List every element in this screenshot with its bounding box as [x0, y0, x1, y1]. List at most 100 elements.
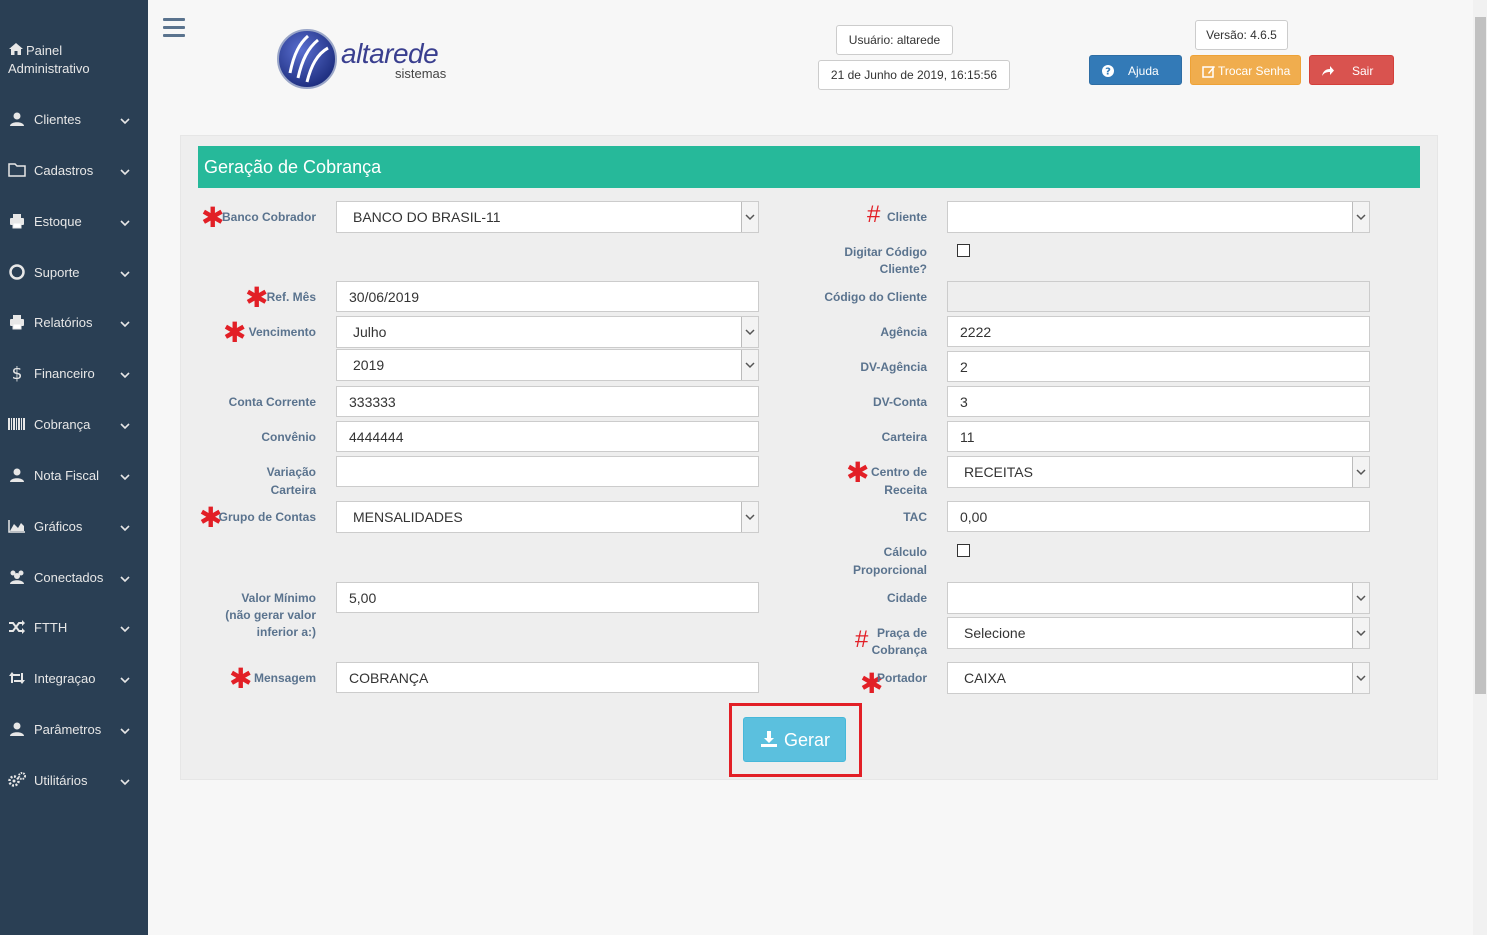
- logout-button[interactable]: Sair: [1309, 55, 1394, 85]
- home-icon: [8, 42, 26, 60]
- chevron-down-icon: [120, 775, 130, 786]
- svg-text:?: ?: [1105, 67, 1111, 78]
- chevron-down-icon: [1352, 457, 1369, 487]
- vencimento-ano-select[interactable]: 2019: [336, 349, 759, 381]
- sidebar-item-parametros[interactable]: Parâmetros: [0, 709, 148, 749]
- chevron-down-icon: [1352, 618, 1369, 648]
- variacao-carteira-input[interactable]: [336, 456, 759, 487]
- banco-cobrador-value: BANCO DO BRASIL-11: [353, 209, 501, 225]
- praca-cobranca-select[interactable]: Selecione: [947, 617, 1370, 649]
- sidebar-item-label: Conectados: [34, 569, 104, 585]
- ref-mes-input[interactable]: 30/06/2019: [336, 281, 759, 312]
- chevron-down-icon: [741, 502, 758, 532]
- mensagem-input[interactable]: COBRANÇA: [336, 662, 759, 693]
- user-icon: [8, 110, 26, 128]
- barcode-icon: [8, 415, 26, 433]
- user-icon: [8, 720, 26, 738]
- banco-cobrador-select[interactable]: BANCO DO BRASIL-11: [336, 201, 759, 233]
- mensagem-label: Mensagem: [253, 671, 316, 685]
- sidebar-item-utilitarios[interactable]: Utilitários: [0, 760, 148, 800]
- sidebar-item-suporte[interactable]: Suporte: [0, 252, 148, 292]
- print-icon: [8, 313, 26, 331]
- random-icon: [8, 618, 26, 636]
- praca-cobranca-value: Selecione: [964, 625, 1026, 641]
- chevron-down-icon: [120, 317, 130, 328]
- change-password-button[interactable]: Trocar Senha: [1190, 55, 1301, 85]
- ref-mes-label: Ref. Mês: [266, 290, 316, 304]
- cogs-icon: [8, 771, 26, 789]
- digitar-codigo-checkbox[interactable]: [957, 244, 970, 257]
- cliente-select[interactable]: [947, 201, 1370, 233]
- praca-cobranca-label: Praça de Cobrança: [871, 626, 927, 657]
- calculo-proporcional-checkbox[interactable]: [957, 544, 970, 557]
- sidebar-item-label: FTTH: [34, 619, 68, 635]
- calculo-proporcional-label: Cálculo Proporcional: [852, 545, 927, 577]
- vencimento-mes-select[interactable]: Julho: [336, 316, 759, 348]
- logout-label: Sair: [1352, 64, 1374, 78]
- grupo-contas-select[interactable]: MENSALIDADES: [336, 501, 759, 533]
- logo-subtext: sistemas: [395, 66, 447, 81]
- portador-label: Portador: [876, 671, 927, 685]
- chevron-down-icon: [1352, 202, 1369, 232]
- sidebar-item-financeiro[interactable]: $ Financeiro: [0, 353, 148, 393]
- centro-receita-label: Centro de Receita: [870, 465, 927, 497]
- scrollbar-thumb[interactable]: [1475, 17, 1486, 694]
- datetime-badge: 21 de Junho de 2019, 16:15:56: [818, 60, 1010, 90]
- chevron-down-icon: [120, 165, 130, 176]
- download-icon: [761, 731, 777, 747]
- grupo-contas-value: MENSALIDADES: [353, 509, 463, 525]
- sidebar-item-label: Utilitários: [34, 772, 88, 788]
- chevron-down-icon: [120, 470, 130, 481]
- user-icon: [8, 466, 26, 484]
- dv-conta-label: DV-Conta: [873, 395, 927, 409]
- svg-text:$: $: [12, 364, 23, 382]
- dv-conta-input[interactable]: 3: [947, 386, 1370, 417]
- valor-minimo-input[interactable]: 5,00: [336, 582, 759, 613]
- centro-receita-value: RECEITAS: [964, 464, 1033, 480]
- centro-receita-select[interactable]: RECEITAS: [947, 456, 1370, 488]
- convenio-label: Convênio: [261, 430, 316, 444]
- chevron-down-icon: [120, 216, 130, 227]
- retweet-icon: [8, 669, 26, 687]
- menu-toggle-icon[interactable]: [163, 18, 185, 38]
- cidade-label: Cidade: [886, 591, 927, 605]
- chevron-down-icon: [120, 673, 130, 684]
- chevron-down-icon: [741, 202, 758, 232]
- chevron-down-icon: [120, 114, 130, 125]
- sidebar-item-estoque[interactable]: Estoque: [0, 201, 148, 241]
- sidebar-item-cadastros[interactable]: Cadastros: [0, 150, 148, 190]
- dollar-icon: $: [8, 364, 26, 382]
- sidebar-item-conectados[interactable]: Conectados: [0, 557, 148, 597]
- sidebar-item-label: Cadastros: [34, 162, 94, 178]
- carteira-input[interactable]: 11: [947, 421, 1370, 452]
- sidebar-item-relatorios[interactable]: Relatórios: [0, 302, 148, 342]
- tac-input[interactable]: 0,00: [947, 501, 1370, 532]
- conta-corrente-input[interactable]: 333333: [336, 386, 759, 417]
- help-button[interactable]: ? Ajuda: [1089, 55, 1182, 85]
- gerar-button[interactable]: Gerar: [743, 717, 846, 762]
- sidebar-item-ftth[interactable]: FTTH: [0, 607, 148, 647]
- sidebar-item-nota-fiscal[interactable]: Nota Fiscal: [0, 455, 148, 495]
- dv-agencia-input[interactable]: 2: [947, 351, 1370, 382]
- cidade-select[interactable]: [947, 582, 1370, 614]
- agencia-input[interactable]: 2222: [947, 316, 1370, 347]
- grupo-contas-label: Grupo de Contas: [218, 510, 316, 524]
- sidebar-item-graficos[interactable]: Gráficos: [0, 506, 148, 546]
- scrollbar[interactable]: [1473, 0, 1487, 935]
- sidebar-item-clientes[interactable]: Clientes: [0, 99, 148, 139]
- codigo-cliente-input[interactable]: [947, 281, 1370, 312]
- vencimento-mes-value: Julho: [353, 324, 387, 340]
- sidebar-item-cobranca[interactable]: Cobrança: [0, 404, 148, 444]
- sidebar-painel-admin[interactable]: Painel Administrativo: [8, 42, 90, 77]
- print-icon: [8, 212, 26, 230]
- convenio-input[interactable]: 4444444: [336, 421, 759, 452]
- codigo-cliente-label: Código do Cliente: [824, 290, 927, 304]
- help-label: Ajuda: [1128, 64, 1159, 78]
- digitar-codigo-label: Digitar Código Cliente?: [844, 245, 927, 276]
- sidebar-item-integracao[interactable]: Integraçao: [0, 658, 148, 698]
- share-arrow-icon: [1322, 66, 1334, 76]
- portador-select[interactable]: CAIXA: [947, 662, 1370, 694]
- area-chart-icon: [8, 517, 26, 535]
- portador-value: CAIXA: [964, 670, 1007, 686]
- tac-label: TAC: [903, 510, 927, 524]
